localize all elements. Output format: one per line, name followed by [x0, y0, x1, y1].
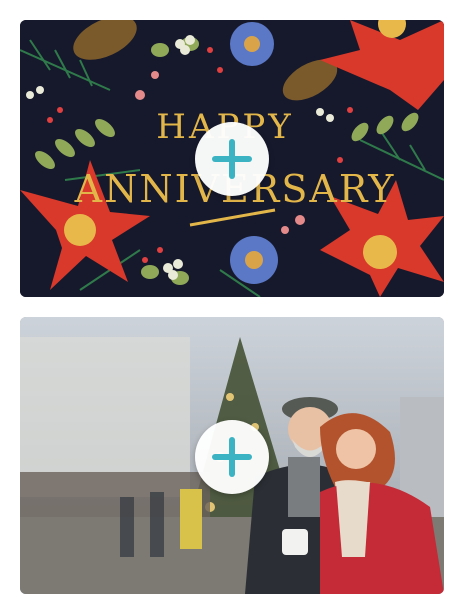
add-photo-button[interactable]	[195, 420, 269, 494]
anniversary-card[interactable]: HAPPY ANNIVERSARY	[20, 20, 444, 297]
plus-icon	[212, 139, 252, 179]
add-card-button[interactable]	[195, 122, 269, 196]
photo-card[interactable]	[20, 317, 444, 594]
plus-icon	[212, 437, 252, 477]
